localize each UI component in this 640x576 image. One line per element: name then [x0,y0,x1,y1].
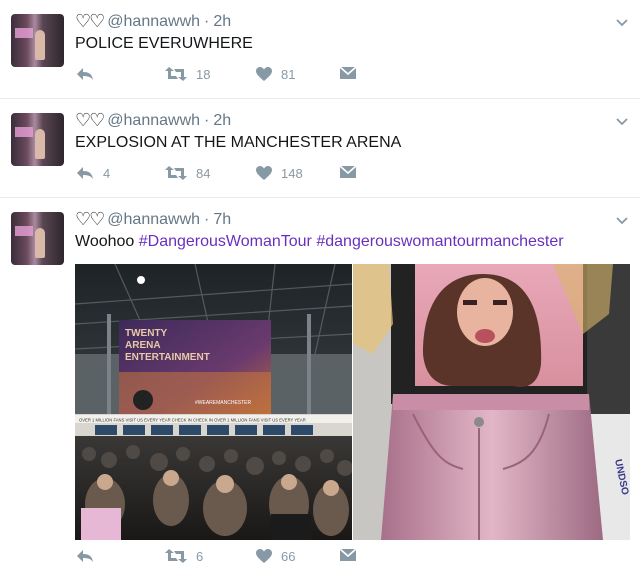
hashtag-link[interactable]: #DangerousWomanTour [139,233,312,250]
retweet-icon [165,67,187,81]
tweet-actions: 6 66 [75,548,375,568]
reply-icon [77,167,93,179]
handle[interactable]: @hannawwh [107,211,200,229]
sign-line-3: ENTERTAINMENT [125,352,210,363]
message-icon [339,165,357,178]
separator: · [204,111,210,129]
retweet-count: 18 [196,66,211,82]
arena-banner: OVER 1 MILLION FANS VISIT US EVERY YEAR … [79,418,306,423]
tweet-actions: 4 84 148 [75,165,375,185]
retweet-count: 6 [196,548,204,564]
tweet-text: POLICE EVERUWHERE [75,35,253,52]
timestamp[interactable]: 2h [213,13,231,31]
sign-line-1: TWENTY [125,328,168,339]
message-icon [339,548,357,561]
outfit-photo: UNDSO [353,264,630,540]
message-icon [339,66,357,79]
separator: · [204,210,210,228]
like-count: 148 [281,165,303,181]
tweet-actions: 18 81 [75,66,375,86]
tweet-text: EXPLOSION AT THE MANCHESTER ARENA [75,134,402,151]
avatar[interactable] [11,113,64,166]
tweet-photo-arena[interactable]: TWENTY ARENA ENTERTAINMENT #WEAREMANCHES… [75,264,352,540]
arena-logo-badge [133,390,153,410]
tweet-header: ♡♡ @hannawwh · 2h [75,11,231,32]
hashtag-link[interactable]: #dangerouswomantourmanchester [316,233,563,250]
sign-line-2: ARENA [125,340,161,351]
like-count: 66 [281,548,296,564]
tweet[interactable]: ♡♡ @hannawwh · 7h Woohoo #DangerousWoman… [0,198,640,576]
display-name[interactable]: ♡♡ [75,110,105,131]
like-icon [256,549,272,563]
reply-count: 4 [103,165,111,181]
tweet-header: ♡♡ @hannawwh · 2h [75,110,231,131]
reply-icon [77,68,93,80]
chevron-down-icon[interactable] [614,14,630,30]
chevron-down-icon[interactable] [614,113,630,129]
message-button[interactable] [339,66,357,80]
retweet-icon [165,166,187,180]
display-name[interactable]: ♡♡ [75,11,105,32]
chevron-down-icon[interactable] [614,212,630,228]
tweet-text-prefix: Woohoo [75,233,139,250]
retweet-icon [165,549,187,563]
tweet-text: Woohoo #DangerousWomanTour #dangerouswom… [75,233,564,251]
reply-button[interactable] [75,548,103,564]
retweet-button[interactable]: 18 [164,66,210,82]
handle[interactable]: @hannawwh [107,13,200,31]
avatar[interactable] [11,212,64,265]
like-count: 81 [281,66,296,82]
handle[interactable]: @hannawwh [107,112,200,130]
retweet-button[interactable]: 84 [164,165,210,181]
retweet-button[interactable]: 6 [164,548,203,564]
like-button[interactable]: 66 [255,548,295,564]
like-icon [256,166,272,180]
like-button[interactable]: 81 [255,66,295,82]
timestamp[interactable]: 7h [213,211,231,229]
tweet[interactable]: ♡♡ @hannawwh · 2h EXPLOSION AT THE MANCH… [0,99,640,198]
tweet-header: ♡♡ @hannawwh · 7h [75,209,231,230]
arena-photo: TWENTY ARENA ENTERTAINMENT #WEAREMANCHES… [75,264,352,540]
tweet[interactable]: ♡♡ @hannawwh · 2h POLICE EVERUWHERE 18 8… [0,0,640,99]
avatar[interactable] [11,14,64,67]
tweet-photo-outfit[interactable]: UNDSO [353,264,630,540]
reply-button[interactable]: 4 [75,165,110,181]
like-icon [256,67,272,81]
separator: · [204,12,210,30]
retweet-count: 84 [196,165,211,181]
reply-icon [77,550,93,562]
display-name[interactable]: ♡♡ [75,209,105,230]
reply-button[interactable] [75,66,103,82]
timestamp[interactable]: 2h [213,112,231,130]
message-button[interactable] [339,165,357,179]
like-button[interactable]: 148 [255,165,303,181]
arena-hashtag: #WEAREMANCHESTER [195,400,252,406]
message-button[interactable] [339,548,357,562]
